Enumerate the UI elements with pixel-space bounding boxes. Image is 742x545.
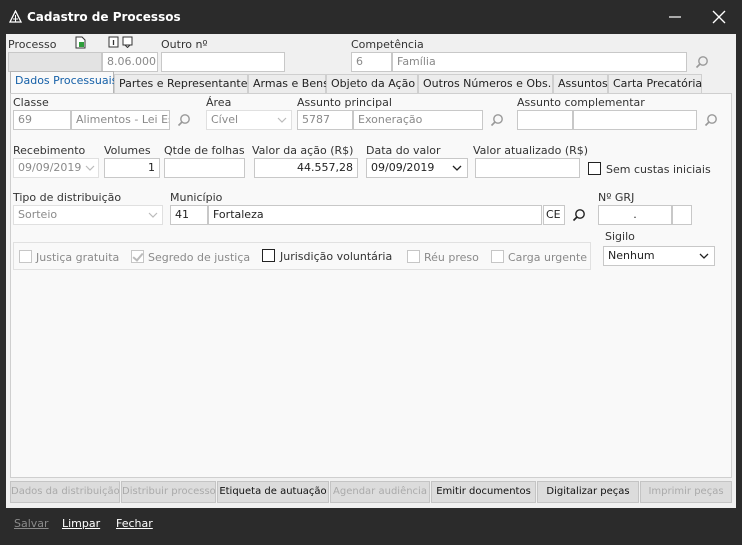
search-icon[interactable] [489, 112, 505, 128]
carga-urgente-label: Carga urgente [508, 251, 588, 264]
chevron-down-icon [277, 117, 287, 123]
assunto-complementar-label: Assunto complementar [517, 96, 645, 109]
tipo-distribuicao-label: Tipo de distribuição [13, 191, 122, 204]
search-icon[interactable] [694, 54, 710, 70]
tab-outros-numeros[interactable]: Outros Números e Obs. [418, 74, 553, 93]
segredo-justica-checkbox[interactable] [131, 250, 144, 263]
tab-panel-dados-processuais: Classe 69 Alimentos - Lei Esp Área Cível… [10, 93, 732, 478]
segredo-justica-label: Segredo de justiça [148, 251, 251, 264]
competencia-value[interactable]: Família [392, 52, 687, 72]
classe-code[interactable]: 69 [13, 110, 71, 130]
jurisdicao-voluntaria-label: Jurisdição voluntária [280, 250, 393, 263]
recebimento-label: Recebimento [13, 144, 86, 157]
distribuir-processo-button[interactable]: Distribuir processo [121, 481, 216, 503]
tipo-distribuicao-select[interactable]: Sorteio [13, 205, 163, 225]
assunto-principal-code[interactable]: 5787 [297, 110, 353, 130]
outro-numero-input[interactable] [161, 52, 285, 72]
search-icon[interactable] [571, 207, 587, 223]
valor-atualizado-input[interactable] [475, 158, 580, 178]
chevron-down-icon [148, 212, 158, 218]
search-icon[interactable] [703, 112, 719, 128]
area-label: Área [206, 96, 232, 109]
justica-gratuita-label: Justiça gratuita [36, 251, 120, 264]
dados-distribuicao-button[interactable]: Dados da distribuição [10, 481, 120, 503]
jurisdicao-voluntaria-checkbox[interactable] [262, 249, 275, 262]
justica-gratuita-checkbox[interactable] [19, 250, 32, 263]
info-doc-icon[interactable] [108, 36, 119, 48]
emitir-documentos-button[interactable]: Emitir documentos [431, 481, 536, 503]
chevron-down-icon [85, 165, 95, 171]
sem-custas-checkbox[interactable] [588, 162, 601, 175]
tab-objeto-acao[interactable]: Objeto da Ação [326, 74, 418, 93]
assunto-complementar-value[interactable] [573, 110, 697, 130]
digitalizar-pecas-button[interactable]: Digitalizar peças [537, 481, 639, 503]
processo-label: Processo [8, 38, 57, 51]
competencia-code[interactable]: 6 [351, 52, 392, 72]
imprimir-pecas-button[interactable]: Imprimir peças [640, 481, 732, 503]
agendar-audiencia-button[interactable]: Agendar audiência [330, 481, 430, 503]
valor-acao-label: Valor da ação (R$) [252, 144, 354, 157]
municipio-uf[interactable]: CE [543, 205, 565, 225]
classe-value[interactable]: Alimentos - Lei Esp [71, 110, 170, 130]
processo-suffix[interactable]: 8.06.0001 [102, 52, 158, 72]
salvar-button[interactable]: Salvar [14, 517, 49, 530]
export-doc-icon[interactable] [122, 36, 133, 48]
municipio-code[interactable]: 41 [170, 205, 208, 225]
competencia-label: Competência [351, 38, 424, 51]
qtde-folhas-label: Qtde de folhas [164, 144, 245, 157]
limpar-button[interactable]: Limpar [62, 517, 100, 530]
data-valor-label: Data do valor [366, 144, 441, 157]
sigilo-label: Sigilo [605, 230, 635, 243]
tab-dados-processuais[interactable]: Dados Processuais [10, 71, 117, 93]
qtde-folhas-input[interactable] [164, 158, 245, 178]
assunto-principal-label: Assunto principal [297, 96, 392, 109]
close-icon[interactable] [708, 7, 730, 27]
tab-carta-precatoria[interactable]: Carta Precatória [608, 74, 702, 93]
assunto-complementar-code[interactable] [517, 110, 573, 130]
grj-digit[interactable] [672, 205, 692, 225]
footer-bar: Salvar Limpar Fechar [6, 511, 736, 537]
document-green-icon[interactable] [74, 36, 87, 49]
window-title: Cadastro de Processos [27, 10, 181, 24]
carga-urgente-checkbox[interactable] [491, 250, 504, 263]
reu-preso-label: Réu preso [424, 251, 479, 264]
reu-preso-checkbox[interactable] [407, 250, 420, 263]
form-content: Processo 8.06.0001 Outro nº Competência … [6, 34, 736, 508]
action-buttons: Dados da distribuição Distribuir process… [10, 481, 732, 505]
assunto-principal-value[interactable]: Exoneração [353, 110, 483, 130]
municipio-label: Município [170, 191, 223, 204]
volumes-input[interactable]: 1 [104, 158, 160, 178]
tab-armas-bens[interactable]: Armas e Bens [248, 74, 329, 93]
chevron-down-icon[interactable] [452, 165, 462, 171]
app-logo-icon [9, 10, 22, 23]
valor-atualizado-label: Valor atualizado (R$) [473, 144, 589, 157]
tab-assuntos[interactable]: Assuntos [553, 74, 608, 93]
sem-custas-label: Sem custas iniciais [606, 163, 711, 176]
search-icon[interactable] [176, 112, 192, 128]
volumes-label: Volumes [104, 144, 151, 157]
processo-number-masked[interactable] [8, 52, 102, 72]
etiqueta-autuacao-button[interactable]: Etiqueta de autuação [217, 481, 329, 503]
grj-number[interactable]: . [598, 205, 672, 225]
classe-label: Classe [13, 96, 49, 109]
tab-partes-representantes[interactable]: Partes e Representantes [114, 74, 253, 93]
grj-label: Nº GRJ [598, 191, 635, 204]
title-bar: Cadastro de Processos [0, 0, 742, 34]
chevron-down-icon [699, 253, 709, 259]
valor-acao-input[interactable]: 44.557,28 [254, 158, 358, 178]
outro-numero-label: Outro nº [161, 38, 208, 51]
minimize-icon[interactable] [664, 7, 686, 27]
fechar-button[interactable]: Fechar [116, 517, 153, 530]
municipio-value[interactable]: Fortaleza [208, 205, 542, 225]
